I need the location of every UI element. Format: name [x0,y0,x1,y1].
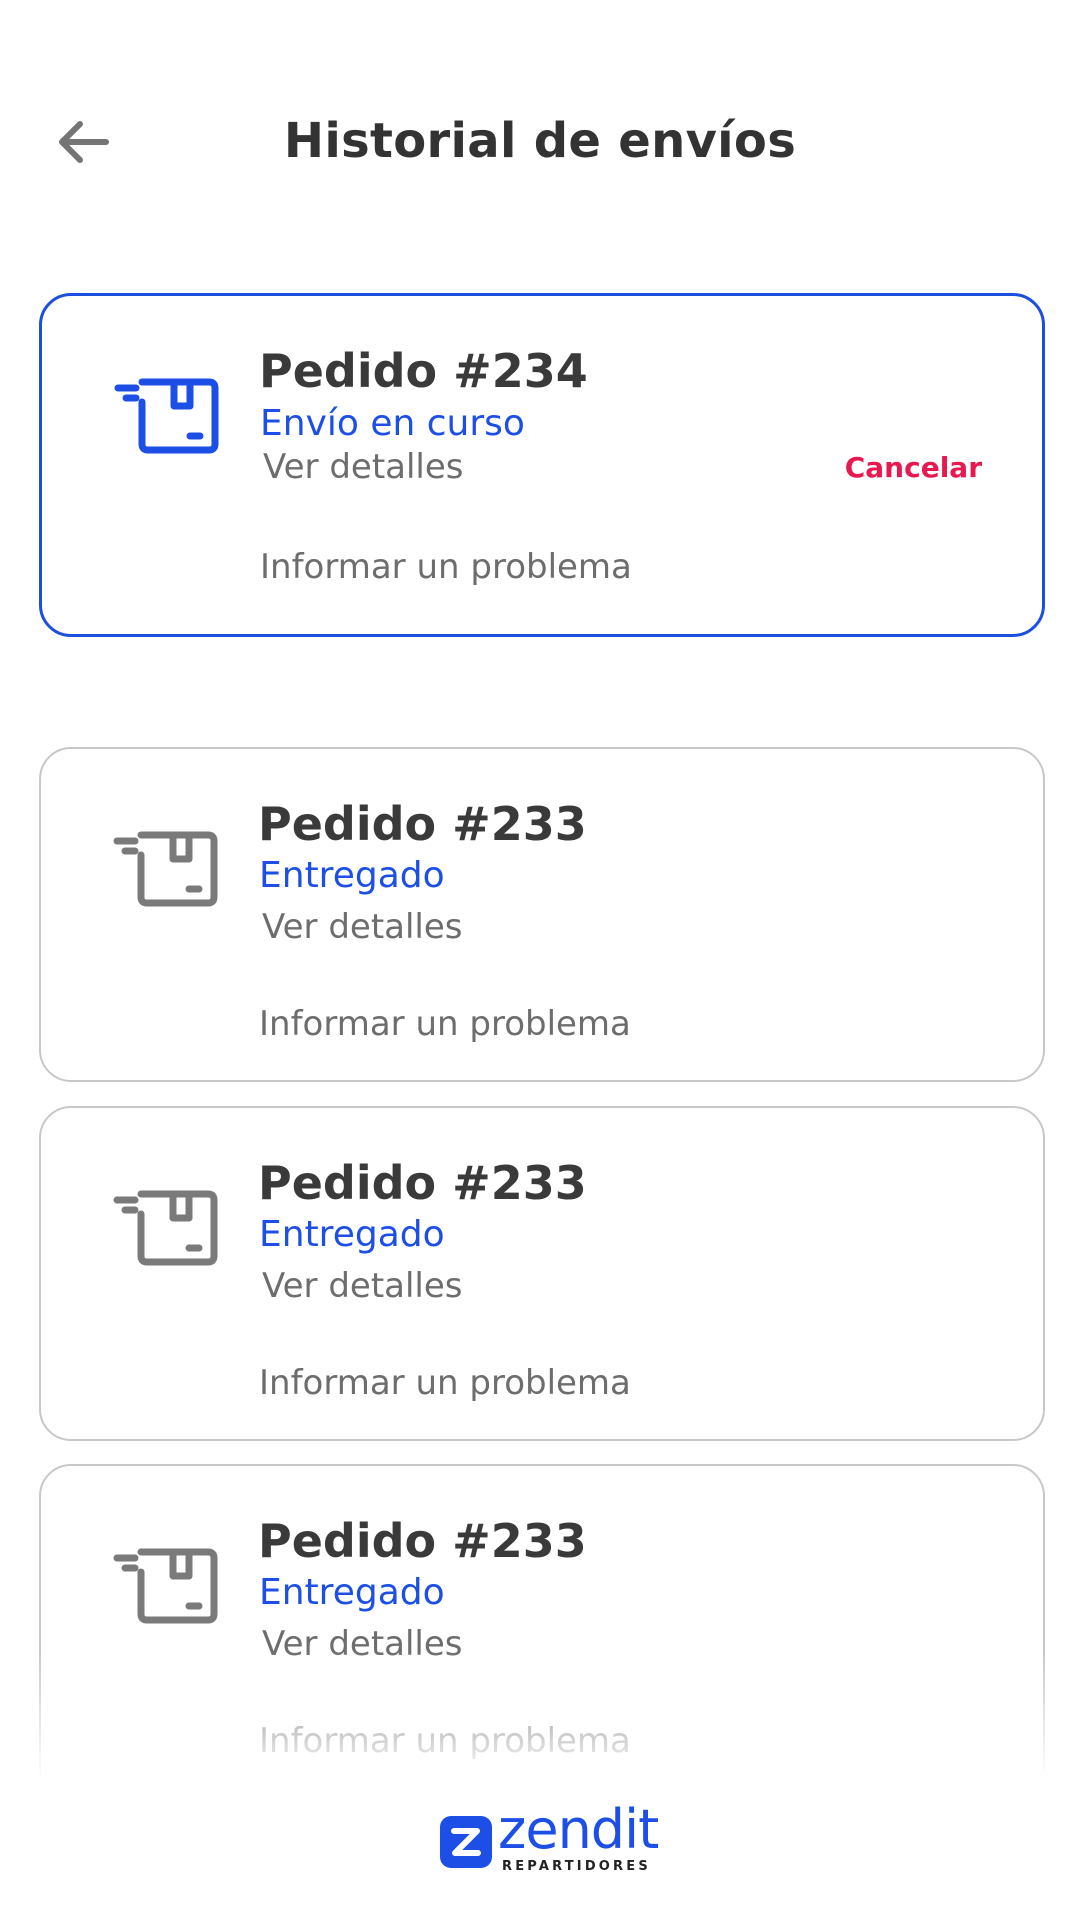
report-problem-link[interactable]: Informar un problema [259,1004,631,1044]
view-details-link[interactable]: Ver detalles [262,907,463,947]
zendit-logo: zendit REPARTIDORES [440,1800,660,1874]
order-title: Pedido #233 [258,1156,587,1210]
package-delivery-icon [114,378,219,454]
view-details-link[interactable]: Ver detalles [262,1624,463,1664]
order-title: Pedido #233 [258,1514,587,1568]
report-problem-link[interactable]: Informar un problema [259,1721,631,1761]
order-title: Pedido #233 [258,797,587,851]
order-card[interactable]: Pedido #233 Entregado Ver detalles Infor… [39,747,1045,1082]
package-delivery-icon [113,1190,218,1266]
order-card-active[interactable]: Pedido #234 Envío en curso Ver detalles … [39,293,1045,637]
order-status: Entregado [259,1214,445,1255]
footer: zendit REPARTIDORES [0,1780,1080,1920]
order-title: Pedido #234 [259,344,588,398]
brand-name: zendit [498,1798,659,1861]
order-card[interactable]: Pedido #233 Entregado Ver detalles Infor… [39,1106,1045,1441]
report-problem-link[interactable]: Informar un problema [260,547,632,587]
order-card[interactable]: Pedido #233 Entregado Ver detalles Infor… [39,1464,1045,1799]
view-details-link[interactable]: Ver detalles [262,1266,463,1306]
order-status: Envío en curso [260,403,525,444]
cancel-button[interactable]: Cancelar [845,451,982,484]
report-problem-link[interactable]: Informar un problema [259,1363,631,1403]
view-details-link[interactable]: Ver detalles [263,447,464,487]
shipment-list: Pedido #234 Envío en curso Ver detalles … [0,0,1080,1920]
package-delivery-icon [113,831,218,907]
order-status: Entregado [259,1572,445,1613]
brand-subtitle: REPARTIDORES [502,1859,651,1874]
order-status: Entregado [259,855,445,896]
package-delivery-icon [113,1548,218,1624]
z-mark-icon [451,1828,481,1856]
zendit-logo-mark [440,1816,492,1868]
